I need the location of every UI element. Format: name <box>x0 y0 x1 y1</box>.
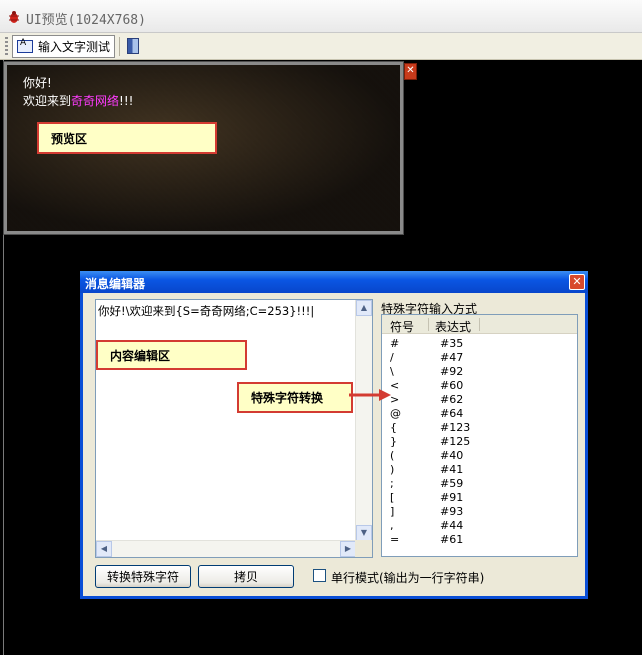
app-bug-icon <box>9 11 19 23</box>
row-symbol: [ <box>390 491 395 504</box>
row-symbol: \ <box>390 365 394 378</box>
row-symbol: ) <box>390 463 395 476</box>
row-symbol: ( <box>390 449 395 462</box>
table-row[interactable]: = #61 <box>382 533 577 547</box>
text-input-icon <box>17 38 33 53</box>
copy-button[interactable]: 拷贝 <box>198 565 294 588</box>
book-icon[interactable] <box>127 38 139 54</box>
preview-line-2-prefix: 欢迎来到 <box>23 94 72 108</box>
row-expression: #59 <box>440 477 464 490</box>
header-symbol[interactable]: 符号 <box>390 318 414 335</box>
copy-button-label: 拷贝 <box>233 570 258 584</box>
row-symbol: , <box>390 519 394 532</box>
row-symbol: > <box>390 393 400 406</box>
dialog-title: 消息编辑器 <box>85 277 146 291</box>
row-symbol: ] <box>390 505 395 518</box>
input-text-test-label: 输入文字测试 <box>38 40 111 54</box>
table-row[interactable]: { #123 <box>382 421 577 435</box>
table-row[interactable]: ( #40 <box>382 449 577 463</box>
table-row[interactable]: < #60 <box>382 379 577 393</box>
toolbar-separator <box>119 37 120 56</box>
row-symbol: ; <box>390 477 394 490</box>
row-expression: #92 <box>440 365 464 378</box>
preview-line-2: 欢迎来到奇奇网络!!! <box>23 92 133 109</box>
row-symbol: # <box>390 337 400 350</box>
row-expression: #123 <box>440 421 471 434</box>
red-arrow-icon <box>349 389 391 401</box>
dialog-close-icon[interactable]: ✕ <box>569 274 585 290</box>
row-symbol: < <box>390 379 400 392</box>
table-row[interactable]: } #125 <box>382 435 577 449</box>
table-row[interactable]: ] #93 <box>382 505 577 519</box>
header-separator <box>479 318 480 331</box>
editor-horizontal-scrollbar[interactable]: ◀ ▶ <box>96 540 356 557</box>
preview-close-icon[interactable]: ✕ <box>404 63 417 80</box>
content-editor[interactable]: 你好!\欢迎来到{S=奇奇网络;C=253}!!!| ▲ ▼ ◀ ▶ <box>95 299 373 558</box>
window-title: UI预览(1024X768) <box>26 13 146 28</box>
header-expression[interactable]: 表达式 <box>435 318 471 335</box>
editor-text[interactable]: 你好!\欢迎来到{S=奇奇网络;C=253}!!!| <box>98 303 314 319</box>
special-char-table[interactable]: 符号 表达式 # #35 / #47 \ #92 < #60 > #62 @ #64 { #123} #12… <box>381 314 578 557</box>
callout-special-char-label: 特殊字符转换 <box>251 391 324 405</box>
row-expression: #64 <box>440 407 464 420</box>
row-expression: #40 <box>440 449 464 462</box>
preview-line-1: 你好! <box>23 76 52 90</box>
header-separator <box>428 318 429 331</box>
dialog-titlebar: 消息编辑器 ✕ <box>80 271 588 293</box>
row-expression: #91 <box>440 491 464 504</box>
row-expression: #60 <box>440 379 464 392</box>
row-expression: #47 <box>440 351 464 364</box>
scroll-corner <box>355 540 372 557</box>
callout-preview-area-label: 预览区 <box>51 131 88 146</box>
table-row[interactable]: \ #92 <box>382 365 577 379</box>
callout-content-edit-area: 内容编辑区 <box>96 340 247 370</box>
row-symbol: = <box>390 533 400 546</box>
scroll-down-icon[interactable]: ▼ <box>356 525 372 541</box>
row-symbol: / <box>390 351 394 364</box>
table-header: 符号 表达式 <box>382 315 577 334</box>
single-line-checkbox[interactable] <box>313 569 326 582</box>
table-row[interactable]: ) #41 <box>382 463 577 477</box>
table-row[interactable]: , #44 <box>382 519 577 533</box>
toolbar: 输入文字测试 <box>0 33 642 60</box>
table-row[interactable]: / #47 <box>382 351 577 365</box>
input-text-test-button[interactable]: 输入文字测试 <box>12 35 115 58</box>
preview-highlight-text: 奇奇网络 <box>71 94 120 108</box>
row-symbol: @ <box>390 407 401 420</box>
scroll-right-icon[interactable]: ▶ <box>340 541 356 557</box>
row-symbol: } <box>390 435 397 448</box>
callout-preview-area: 预览区 <box>37 122 217 154</box>
scroll-left-icon[interactable]: ◀ <box>96 541 112 557</box>
row-expression: #41 <box>440 463 464 476</box>
toolbar-grip[interactable] <box>5 37 8 56</box>
convert-button-label: 转换特殊字符 <box>106 570 179 584</box>
table-row[interactable]: # #35 <box>382 337 577 351</box>
scroll-up-icon[interactable]: ▲ <box>356 300 372 316</box>
editor-vertical-scrollbar[interactable]: ▲ ▼ <box>355 300 372 541</box>
table-row[interactable]: > #62 <box>382 393 577 407</box>
preview-line-2-suffix: !!! <box>119 94 134 108</box>
single-line-label: 单行模式(输出为一行字符串) <box>331 571 485 585</box>
table-row[interactable]: @ #64 <box>382 407 577 421</box>
table-row[interactable]: ; #59 <box>382 477 577 491</box>
row-expression: #35 <box>440 337 464 350</box>
row-expression: #125 <box>440 435 471 448</box>
message-editor-dialog: 消息编辑器 ✕ 你好!\欢迎来到{S=奇奇网络;C=253}!!!| ▲ ▼ ◀… <box>80 271 588 599</box>
callout-special-char-convert: 特殊字符转换 <box>237 382 353 413</box>
convert-special-chars-button[interactable]: 转换特殊字符 <box>95 565 191 588</box>
row-expression: #44 <box>440 519 464 532</box>
row-expression: #93 <box>440 505 464 518</box>
callout-content-edit-label: 内容编辑区 <box>110 348 171 363</box>
row-symbol: { <box>390 421 397 434</box>
row-expression: #61 <box>440 533 464 546</box>
row-expression: #62 <box>440 393 464 406</box>
window-titlebar: UI预览(1024X768) <box>0 0 642 33</box>
table-row[interactable]: [ #91 <box>382 491 577 505</box>
